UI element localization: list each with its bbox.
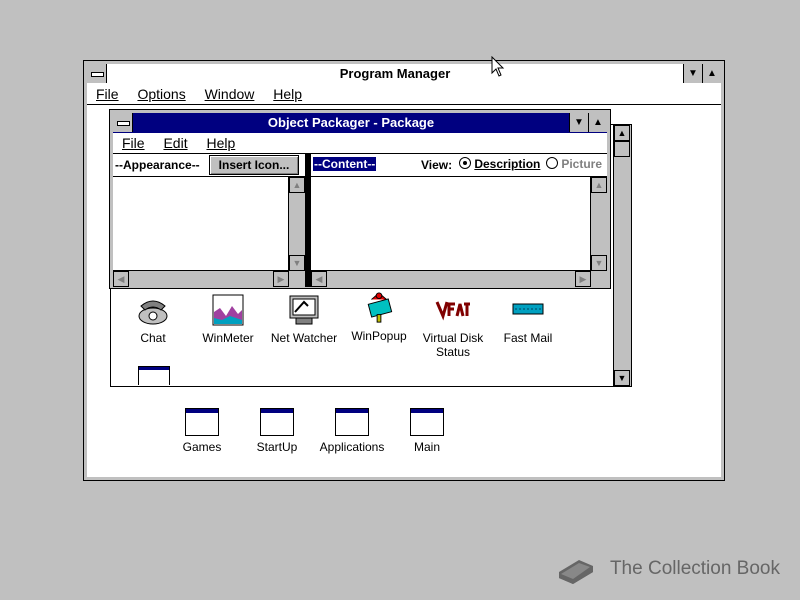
packager-title: Object Packager - Package [267,115,435,130]
view-label: View: [421,158,453,172]
group-label: Games [182,440,222,454]
picture-label: Picture [561,157,603,171]
group-icon-applications[interactable]: Applications [312,408,392,454]
scroll-up-icon[interactable]: ▲ [614,125,630,141]
item-label: Virtual Disk Status [422,331,484,359]
content-vscroll[interactable]: ▲ ▼ [590,177,607,271]
telephone-icon [138,300,168,325]
book-logo-icon [559,560,594,584]
appearance-hscroll[interactable]: ◀ ▶ [113,270,305,287]
program-item-winpopup[interactable]: WinPopup [339,292,419,343]
packager-titlebar[interactable]: Object Packager - Package ▼ ▲ [113,113,607,134]
menu-file[interactable]: File [122,133,145,153]
watermark: The Collection Book [555,552,780,586]
content-pane[interactable]: ▲ ▼ ◀ ▶ [311,177,607,287]
group-icon-main[interactable]: Main [387,408,467,454]
content-hscroll[interactable]: ◀ ▶ [311,270,607,287]
object-packager-window: Object Packager - Package ▼ ▲ File Edit … [109,109,611,289]
system-menu-icon[interactable] [113,113,133,132]
pane-header: --Appearance-- Insert Icon... --Content-… [113,154,607,177]
program-item-virtual-disk-status[interactable]: Virtual Disk Status [413,294,493,359]
maximize-button[interactable]: ▲ [588,113,607,132]
menu-window[interactable]: Window [205,84,255,104]
program-item-chat[interactable]: Chat [113,294,193,345]
scroll-thumb[interactable] [614,141,630,157]
item-label: Chat [140,331,166,345]
program-group-icon [335,408,369,436]
group-vertical-scrollbar[interactable]: ▲ ▼ [613,125,631,386]
appearance-vscroll[interactable]: ▲ ▼ [288,177,305,271]
description-radio[interactable]: Description [459,157,540,171]
description-label: Description [474,157,541,171]
minimize-button[interactable]: ▼ [683,64,702,83]
scroll-down-icon[interactable]: ▼ [614,370,630,386]
appearance-label: --Appearance-- [115,158,200,172]
scroll-left-icon[interactable]: ◀ [113,271,129,287]
item-label: WinPopup [351,329,407,343]
scroll-down-icon[interactable]: ▼ [591,255,607,271]
meter-icon [212,294,244,326]
fastmail-icon [512,303,544,315]
maximize-button[interactable]: ▲ [702,64,721,83]
menu-help[interactable]: Help [273,84,302,104]
vfat-icon [435,301,470,321]
picture-radio[interactable]: Picture [546,157,602,171]
pane-splitter[interactable] [305,154,311,177]
menu-file[interactable]: File [96,84,119,104]
minimize-button[interactable]: ▼ [569,113,588,132]
watermark-text: The Collection Book [609,558,780,580]
group-icon-games[interactable]: Games [162,408,242,454]
packager-menubar: File Edit Help [113,133,607,154]
program-manager-menubar: File Options Window Help [87,84,721,105]
program-item-winmeter[interactable]: WinMeter [188,294,268,345]
scroll-right-icon[interactable]: ▶ [575,271,591,287]
program-item-fast-mail[interactable]: Fast Mail [488,294,568,345]
mouse-cursor-icon [491,56,505,77]
radio-unselected-icon [546,157,558,169]
program-group-icon [260,408,294,436]
group-icon-startup[interactable]: StartUp [237,408,317,454]
program-item-net-watcher[interactable]: Net Watcher [264,294,344,345]
group-label: Applications [319,440,385,454]
scroll-up-icon[interactable]: ▲ [591,177,607,193]
scroll-down-icon[interactable]: ▼ [289,255,305,271]
scroll-right-icon[interactable]: ▶ [273,271,289,287]
scroll-left-icon[interactable]: ◀ [311,271,327,287]
radio-selected-icon [459,157,471,169]
item-label: WinMeter [202,331,254,345]
program-group-icon [410,408,444,436]
content-label: --Content-- [313,157,377,171]
system-menu-icon[interactable] [87,64,107,83]
item-label: Fast Mail [503,331,553,345]
insert-icon-button[interactable]: Insert Icon... [209,155,299,175]
program-group-icon [185,408,219,436]
group-label: StartUp [256,440,298,454]
menu-help[interactable]: Help [206,133,235,153]
group-label: Main [413,440,440,454]
winpopup-icon [367,292,393,323]
item-label: Net Watcher [270,331,338,345]
partial-program-item-icon[interactable] [138,366,170,385]
menu-options[interactable]: Options [137,84,185,104]
scroll-up-icon[interactable]: ▲ [289,177,305,193]
program-manager-title: Program Manager [339,66,451,81]
program-manager-titlebar[interactable]: Program Manager ▼ ▲ [87,64,721,85]
appearance-pane[interactable]: ▲ ▼ ◀ ▶ [113,177,305,287]
net-watcher-icon [289,295,319,325]
menu-edit[interactable]: Edit [163,133,187,153]
